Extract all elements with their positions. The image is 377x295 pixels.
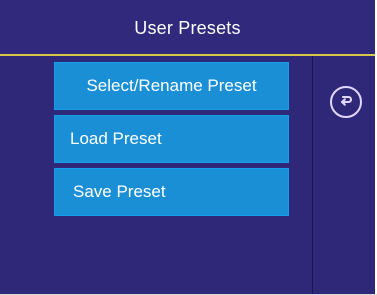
back-button[interactable]	[330, 86, 362, 118]
user-presets-screen: User Presets Select/Rename Preset Load P…	[0, 0, 375, 294]
return-arrow-icon	[340, 95, 353, 106]
page-title: User Presets	[134, 18, 241, 38]
header-bar: User Presets	[0, 0, 375, 56]
select-rename-preset-button[interactable]: Select/Rename Preset	[54, 62, 289, 110]
save-preset-button[interactable]: Save Preset	[54, 168, 289, 216]
load-preset-button[interactable]: Load Preset	[54, 115, 289, 163]
